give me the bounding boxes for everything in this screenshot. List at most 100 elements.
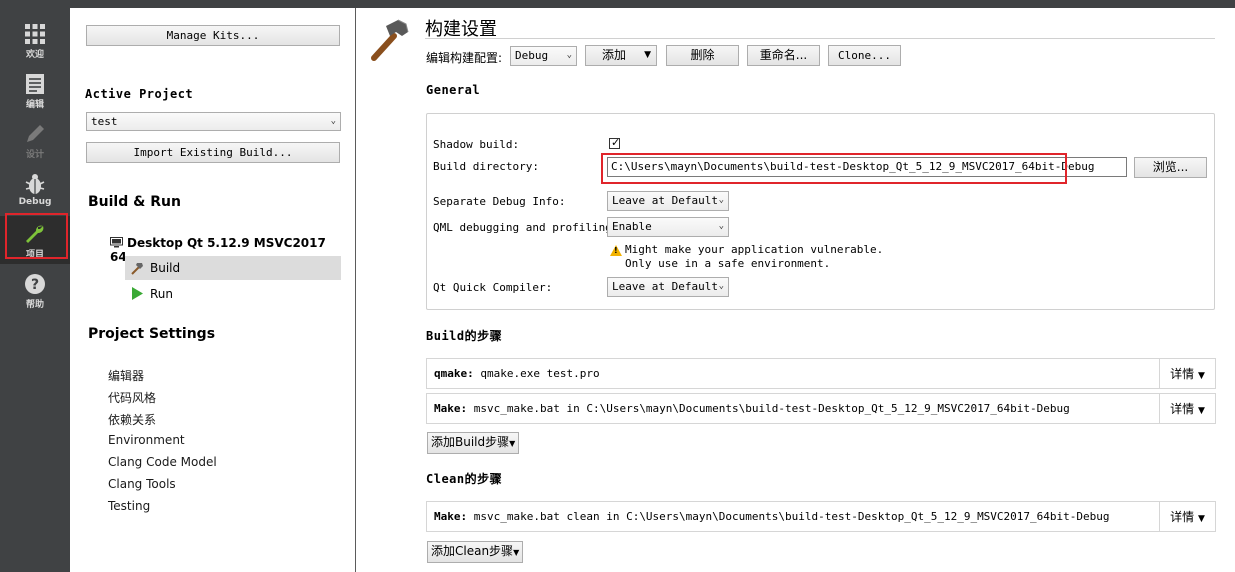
mode-label: 项目 [25, 250, 44, 260]
rename-config-button[interactable]: 重命名... [747, 45, 820, 66]
mode-debug[interactable]: Debug [0, 166, 70, 214]
build-directory-label: Build directory: [433, 160, 539, 173]
dropdown-arrow-icon: ▼ [1197, 514, 1205, 524]
dropdown-arrow-icon: ▼ [1197, 371, 1205, 381]
chevron-down-icon: ⌄ [566, 50, 572, 60]
dropdown-arrow-icon: ▼ [513, 548, 520, 557]
mode-label: 欢迎 [25, 50, 44, 60]
grid-icon [25, 24, 45, 44]
step-name: Make: [434, 510, 468, 523]
mode-help[interactable]: ? 帮助 [0, 266, 70, 314]
qt-quick-compiler-value: Leave at Default [612, 280, 718, 293]
active-project-combo[interactable]: test ⌄ [86, 112, 341, 131]
delete-config-button[interactable]: 删除 [666, 45, 739, 66]
details-label: 详情 [1170, 367, 1195, 381]
step-details-button[interactable]: 详情 ▼ [1159, 502, 1215, 531]
add-config-button[interactable]: 添加 ▼ [585, 45, 657, 66]
settings-item-editor[interactable]: 编辑器 [108, 367, 144, 384]
step-details-button[interactable]: 详情 ▼ [1159, 394, 1215, 423]
qt-quick-compiler-combo[interactable]: Leave at Default ⌄ [607, 277, 729, 297]
help-icon: ? [25, 274, 45, 294]
step-command: msvc_make.bat clean in C:\Users\mayn\Doc… [473, 510, 1110, 523]
step-details-button[interactable]: 详情 ▼ [1159, 359, 1215, 388]
window-top-bar [0, 0, 1235, 8]
settings-item-testing[interactable]: Testing [108, 499, 150, 513]
settings-item-clang-tools[interactable]: Clang Tools [108, 477, 176, 491]
title-divider [425, 38, 1215, 39]
build-config-combo[interactable]: Debug ⌄ [510, 46, 577, 66]
manage-kits-button[interactable]: Manage Kits... [86, 25, 340, 46]
build-step-text: Make: msvc_make.bat in C:\Users\mayn\Doc… [434, 402, 1070, 415]
qt-quick-compiler-label: Qt Quick Compiler: [433, 281, 553, 294]
separate-debug-value: Leave at Default [612, 194, 718, 207]
tree-item-label: Run [150, 287, 174, 301]
project-navigator: Manage Kits... Active Project test ⌄ Imp… [70, 8, 355, 572]
import-existing-build-button[interactable]: Import Existing Build... [86, 142, 340, 163]
shadow-build-label: Shadow build: [433, 138, 520, 151]
chevron-down-icon: ⌄ [718, 195, 724, 205]
separate-debug-combo[interactable]: Leave at Default ⌄ [607, 191, 729, 211]
qml-debugging-combo[interactable]: Enable ⌄ [607, 217, 729, 237]
step-command: msvc_make.bat in C:\Users\mayn\Documents… [473, 402, 1070, 415]
svg-text:?: ? [31, 277, 39, 293]
build-step-qmake[interactable]: qmake: qmake.exe test.pro 详情 ▼ [426, 358, 1216, 389]
settings-item-clang-code-model[interactable]: Clang Code Model [108, 455, 217, 469]
browse-button[interactable]: 浏览... [1134, 157, 1207, 178]
dropdown-arrow-icon: ▼ [644, 50, 651, 60]
step-command: qmake.exe test.pro [480, 367, 600, 380]
qml-debugging-value: Enable [612, 220, 652, 233]
clean-step-make[interactable]: Make: msvc_make.bat clean in C:\Users\ma… [426, 501, 1216, 532]
chevron-down-icon: ⌄ [718, 281, 724, 291]
active-project-value: test [91, 115, 118, 128]
clean-step-text: Make: msvc_make.bat clean in C:\Users\ma… [434, 510, 1110, 523]
step-name: Make: [434, 402, 468, 415]
settings-item-dependencies[interactable]: 依赖关系 [108, 411, 156, 428]
mode-edit[interactable]: 编辑 [0, 66, 70, 114]
mode-design[interactable]: 设计 [0, 116, 70, 164]
warning-text-line1: Might make your application vulnerable. [625, 243, 884, 256]
document-icon [26, 74, 44, 94]
chevron-down-icon: ⌄ [330, 116, 336, 126]
dropdown-arrow-icon: ▼ [509, 439, 516, 448]
add-build-step-button[interactable]: 添加Build步骤▼ [427, 432, 520, 454]
checkmark-icon: ✓ [611, 136, 621, 149]
play-icon [132, 287, 143, 300]
add-clean-step-button[interactable]: 添加Clean步骤▼ [427, 541, 524, 563]
clone-config-button[interactable]: Clone... [828, 45, 901, 66]
build-step-text: qmake: qmake.exe test.pro [434, 367, 600, 380]
add-clean-step-label: 添加Clean步骤 [431, 544, 514, 558]
tree-item-label: Build [150, 261, 181, 275]
hammer-icon [131, 263, 143, 275]
build-step-make[interactable]: Make: msvc_make.bat in C:\Users\mayn\Doc… [426, 393, 1216, 424]
qml-debugging-label: QML debugging and profiling: [433, 221, 619, 234]
details-label: 详情 [1170, 510, 1195, 524]
dropdown-arrow-icon: ▼ [1197, 406, 1205, 416]
build-directory-input[interactable]: C:\Users\mayn\Documents\build-test-Deskt… [607, 157, 1127, 177]
mode-welcome[interactable]: 欢迎 [0, 16, 70, 64]
monitor-icon [110, 237, 123, 248]
step-name: qmake: [434, 367, 474, 380]
chevron-down-icon: ⌄ [718, 221, 724, 231]
settings-item-code-style[interactable]: 代码风格 [108, 389, 156, 406]
mode-label: 设计 [25, 150, 44, 160]
mode-label: 编辑 [25, 100, 44, 110]
general-section-title: General [426, 83, 481, 97]
shadow-build-checkbox[interactable]: ✓ [609, 136, 621, 149]
clean-steps-title: Clean的步骤 [426, 472, 503, 486]
pane-splitter[interactable] [355, 8, 356, 572]
mode-label: Debug [18, 197, 52, 207]
bug-icon [25, 174, 45, 194]
build-run-title: Build & Run [88, 194, 181, 210]
tree-item-build-selected[interactable]: Build [125, 256, 341, 280]
active-project-title: Active Project [85, 87, 194, 101]
build-config-value: Debug [515, 49, 549, 62]
tree-item-run[interactable]: Run [125, 283, 341, 305]
details-label: 详情 [1170, 402, 1195, 416]
warning-text-line2: Only use in a safe environment. [625, 257, 831, 270]
mode-projects[interactable]: 项目 [0, 216, 70, 264]
wrench-icon [26, 225, 44, 243]
settings-item-environment[interactable]: Environment [108, 433, 185, 447]
hammer-icon [371, 19, 409, 61]
build-steps-title: Build的步骤 [426, 329, 503, 343]
config-label: 编辑构建配置: [426, 51, 503, 65]
